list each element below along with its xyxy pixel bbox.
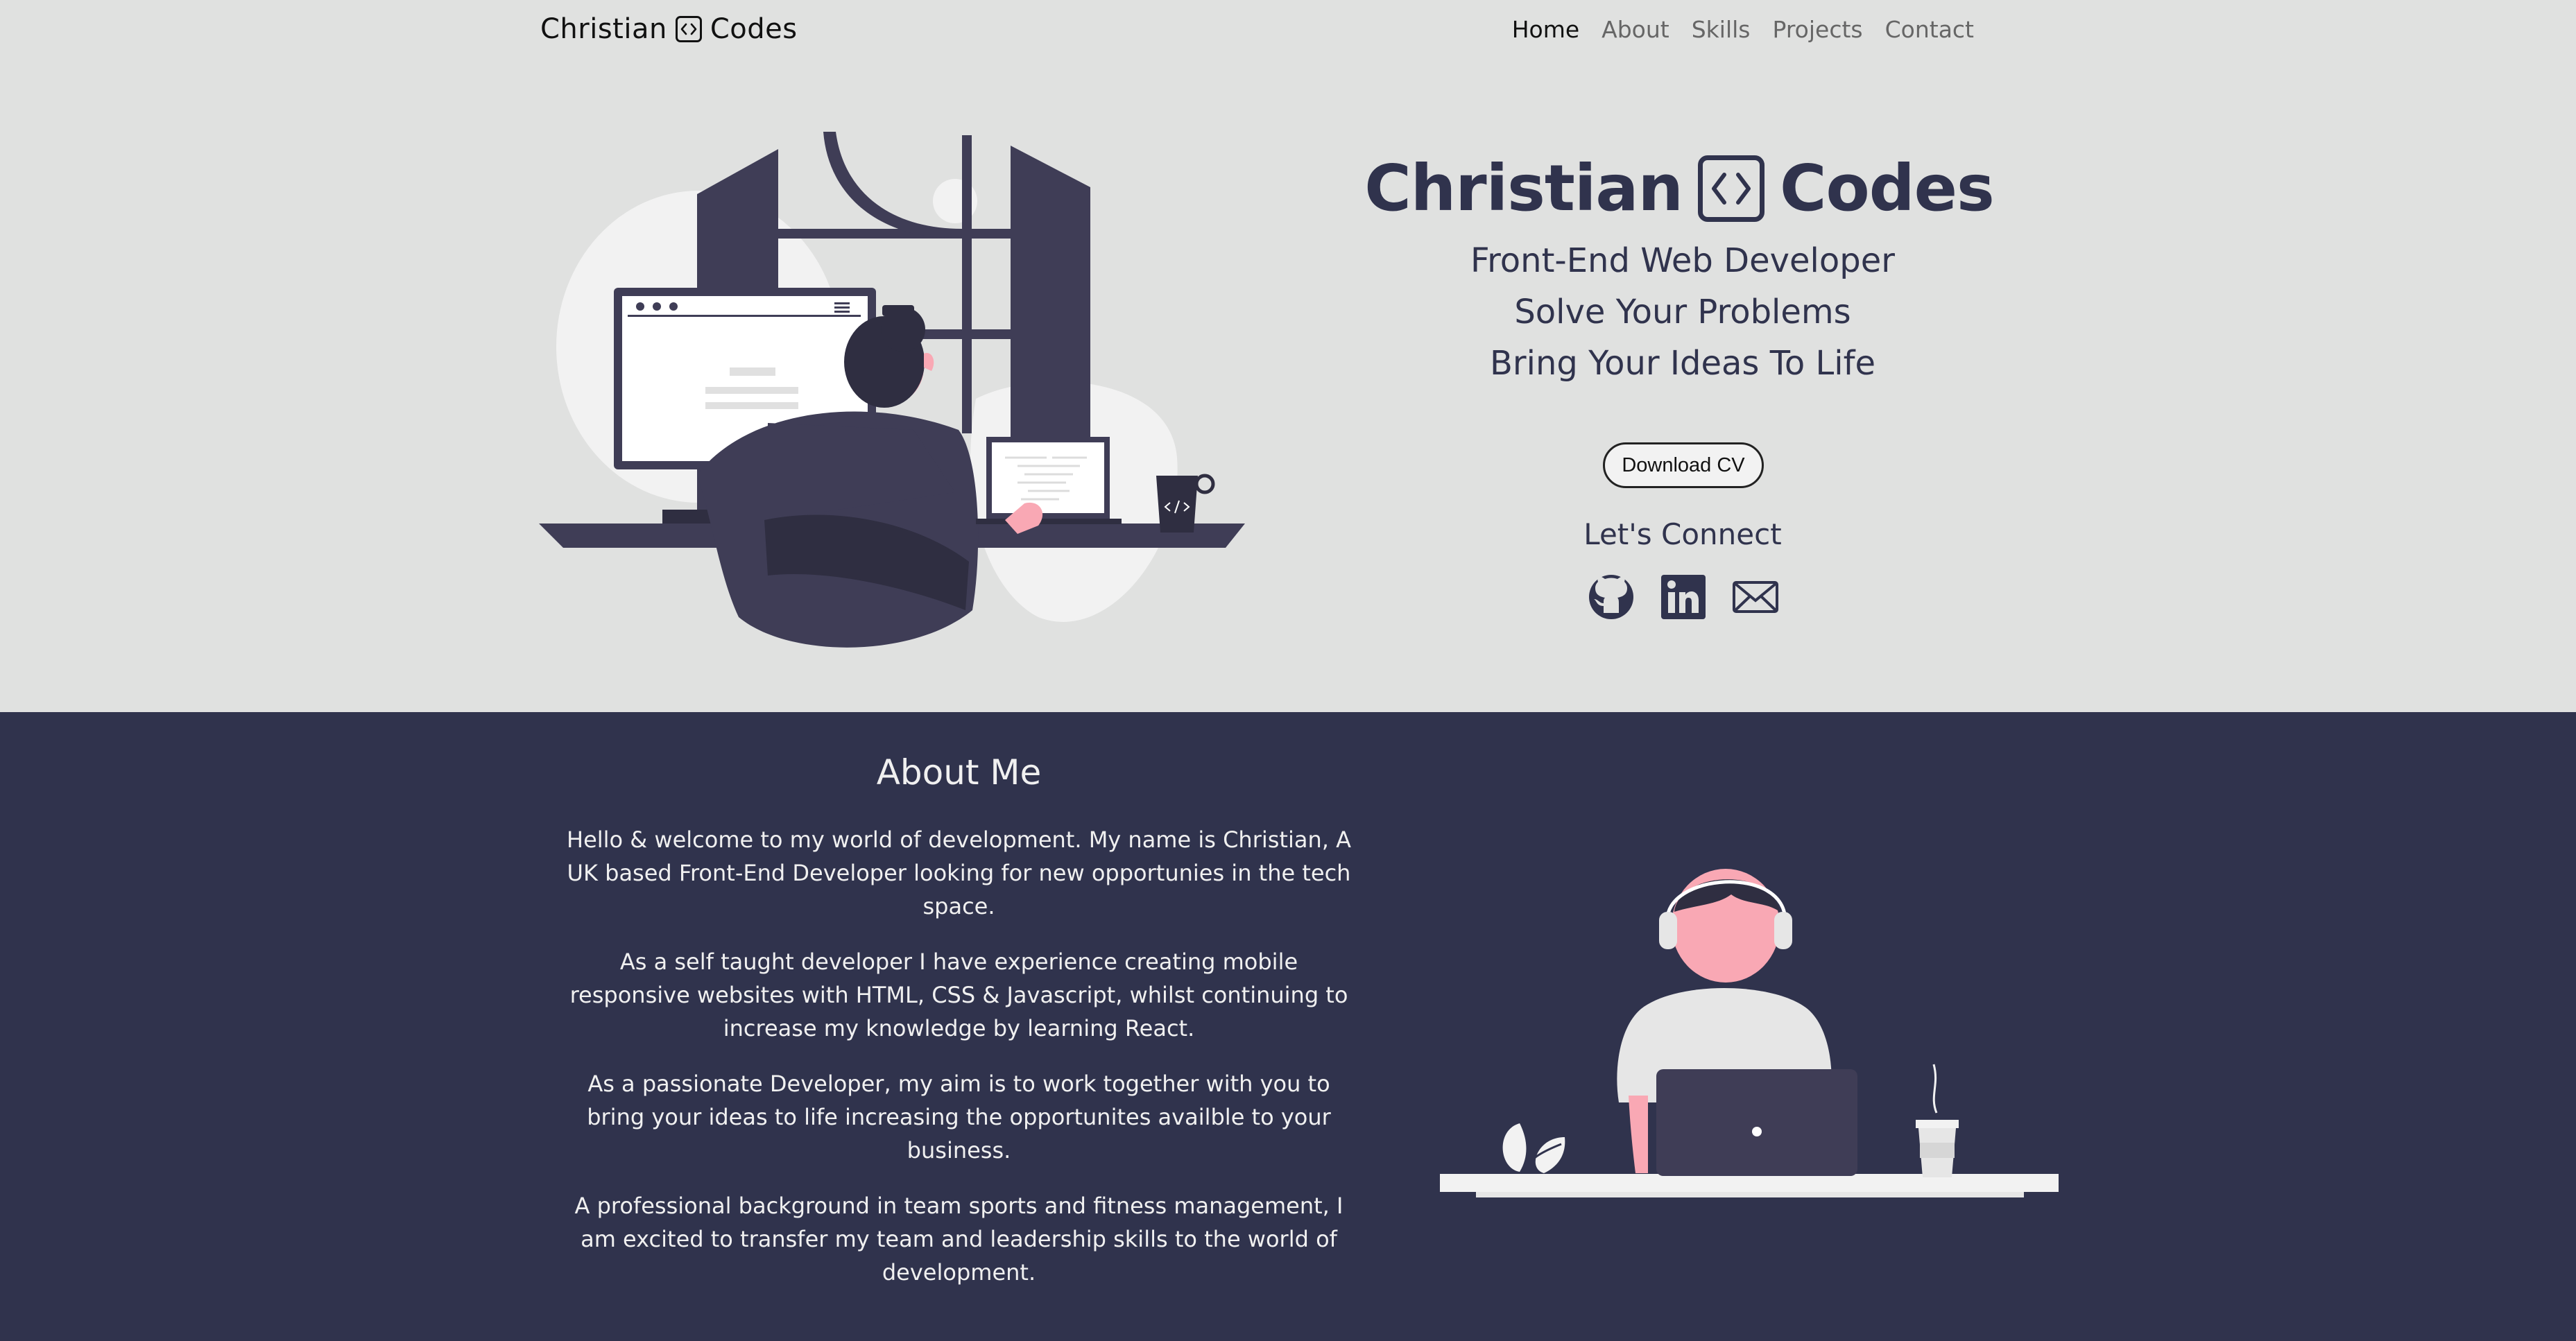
linkedin-icon [1661, 575, 1706, 619]
about-paragraph: As a passionate Developer, my aim is to … [587, 1071, 1331, 1163]
main-nav: Home About Skills Projects Contact [1512, 12, 1974, 46]
email-link[interactable] [1731, 573, 1780, 621]
connect-label: Let's Connect [1583, 517, 1782, 551]
github-icon [1589, 575, 1633, 619]
about-paragraph: A professional background in team sports… [574, 1193, 1343, 1286]
hero-subtitle-ideas: Bring Your Ideas To Life [1489, 344, 1875, 383]
mail-icon [1733, 581, 1778, 613]
brand-second-word: Codes [710, 13, 798, 45]
code-brackets-icon [675, 16, 702, 42]
hero-title: Christian Codes [1364, 151, 1995, 225]
nav-skills[interactable]: Skills [1692, 16, 1751, 43]
nav-home[interactable]: Home [1512, 16, 1579, 43]
brand-logo[interactable]: Christian Codes [540, 10, 798, 49]
about-paragraph: As a self taught developer I have experi… [569, 949, 1348, 1041]
about-section: About Me Hello & welcome to my world of … [0, 712, 2576, 1341]
hero-section: Christian Codes Home About Skills Projec… [0, 0, 2576, 712]
code-brackets-icon [1698, 155, 1765, 222]
developer-laptop-illustration [1440, 869, 2059, 1197]
about-title: About Me [876, 752, 1042, 793]
download-cv-button[interactable]: Download CV [1603, 442, 1764, 488]
about-text: Hello & welcome to my world of developme… [562, 823, 1356, 1311]
hero-title-second: Codes [1780, 151, 1995, 225]
developer-desk-illustration [539, 132, 1245, 648]
hero-subtitle-problems: Solve Your Problems [1514, 293, 1851, 331]
brand-first-word: Christian [540, 13, 667, 45]
linkedin-link[interactable] [1659, 573, 1708, 621]
about-paragraph: Hello & welcome to my world of developme… [567, 827, 1351, 919]
nav-contact[interactable]: Contact [1885, 16, 1974, 43]
nav-projects[interactable]: Projects [1773, 16, 1863, 43]
hero-title-first: Christian [1364, 151, 1683, 225]
nav-about[interactable]: About [1602, 16, 1669, 43]
github-link[interactable] [1587, 573, 1635, 621]
hero-subtitle-role: Front-End Web Developer [1470, 241, 1895, 280]
